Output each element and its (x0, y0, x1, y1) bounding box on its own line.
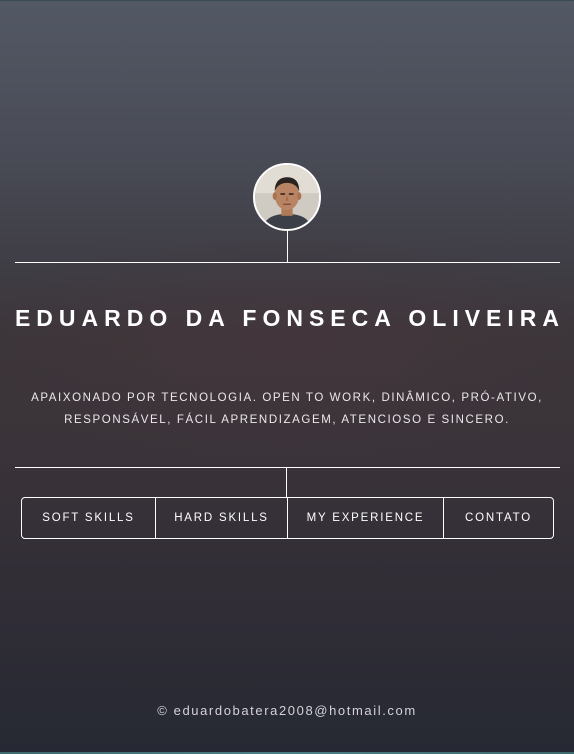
profile-name: EDUARDO DA FONSECA OLIVEIRA (14, 305, 566, 331)
profile-photo (255, 165, 319, 229)
profile-tagline: APAIXONADO POR TECNOLOGIA. OPEN TO WORK,… (31, 392, 543, 426)
footer-email: © eduardobatera2008@hotmail.com (157, 703, 417, 718)
divider-top (15, 262, 560, 263)
avatar (253, 163, 321, 231)
divider-bottom (15, 467, 560, 468)
main-nav: SOFT SKILLS HARD SKILLS MY EXPERIENCE CO… (21, 497, 554, 539)
connector-line-bottom (286, 467, 287, 497)
connector-line-top (287, 231, 288, 262)
nav-my-experience[interactable]: MY EXPERIENCE (287, 498, 443, 538)
nav-hard-skills[interactable]: HARD SKILLS (155, 498, 287, 538)
nav-soft-skills[interactable]: SOFT SKILLS (22, 498, 155, 538)
page: EDUARDO DA FONSECA OLIVEIRA APAIXONADO P… (0, 0, 574, 754)
nav-contato[interactable]: CONTATO (443, 498, 553, 538)
